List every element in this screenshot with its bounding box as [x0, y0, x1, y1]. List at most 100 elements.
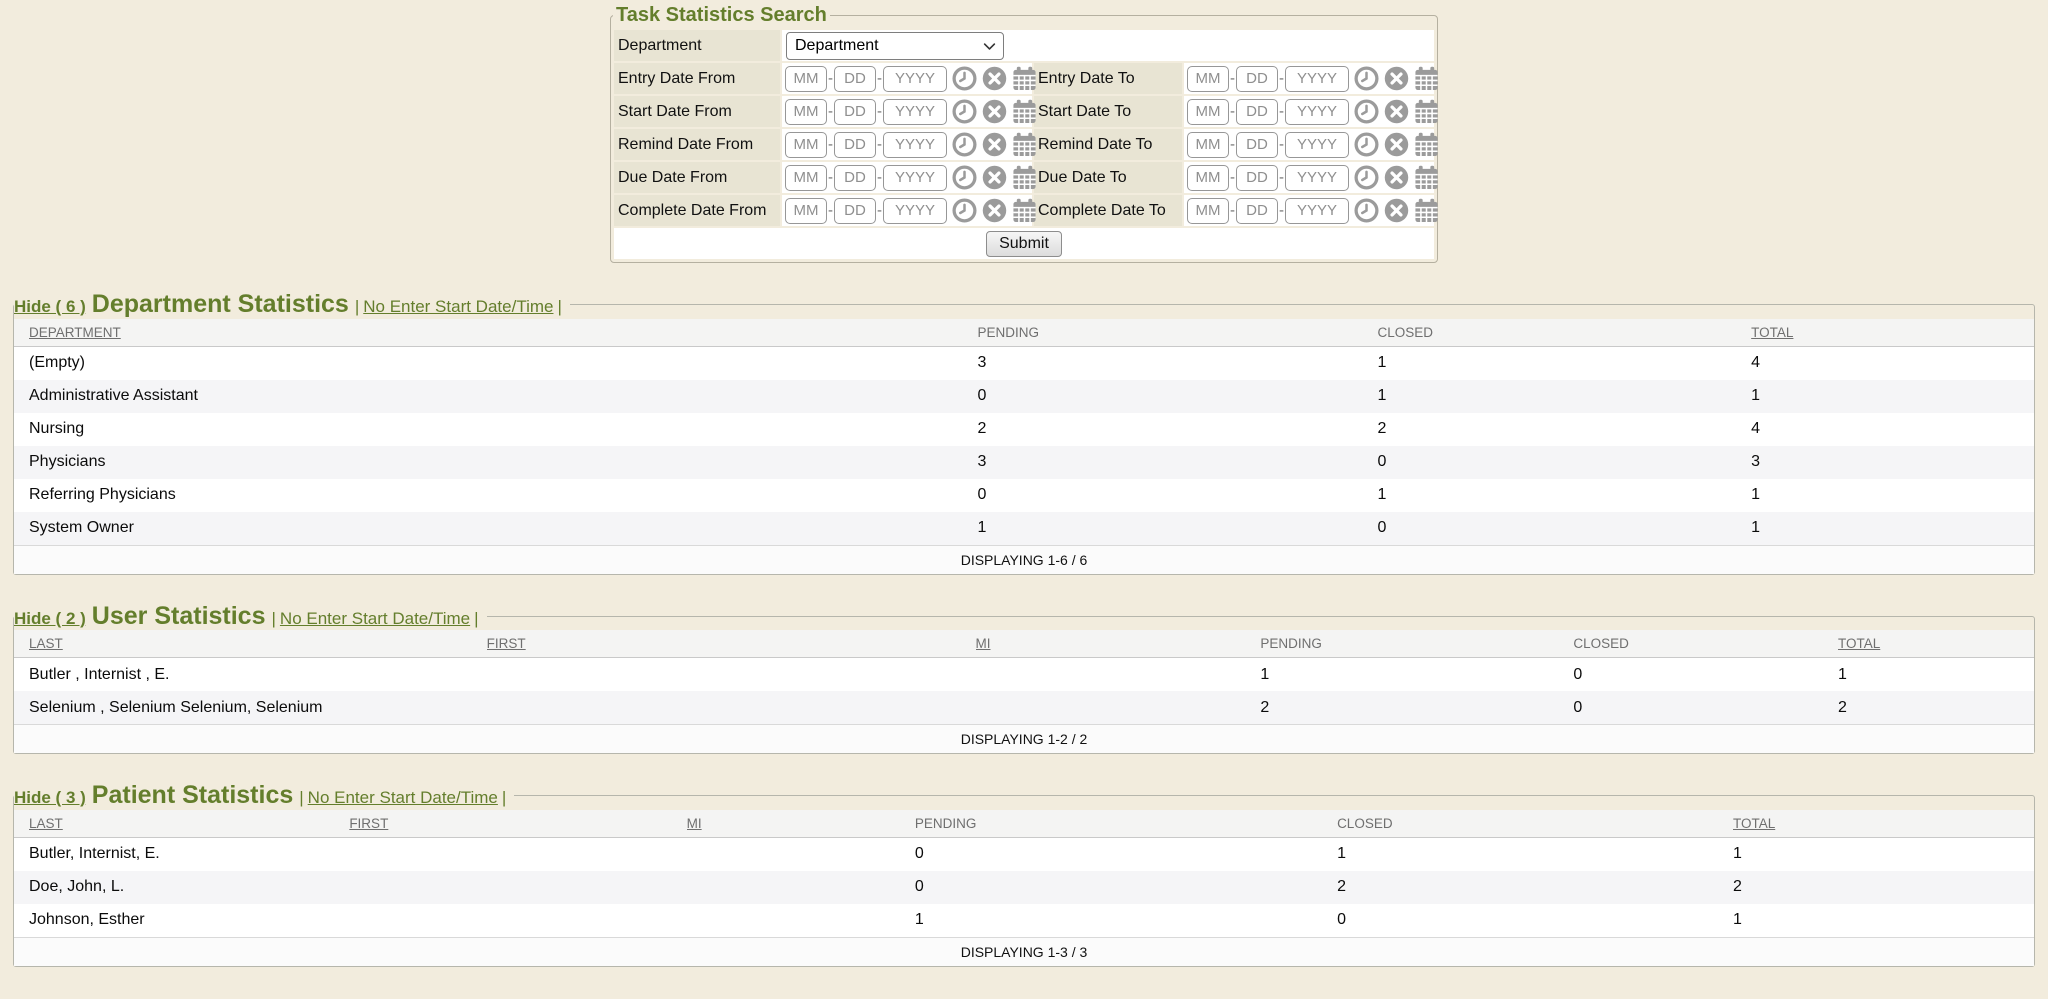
calendar-icon[interactable] [1012, 132, 1037, 157]
year-input[interactable] [883, 99, 947, 125]
day-input[interactable] [834, 132, 876, 158]
day-input[interactable] [834, 66, 876, 92]
day-input[interactable] [834, 165, 876, 191]
month-input[interactable] [785, 66, 827, 92]
user-statistics-section: Hide ( 2 )User Statistics|No Enter Start… [13, 603, 2035, 755]
column-header-total[interactable]: TOTAL [1751, 319, 2034, 347]
year-input[interactable] [883, 66, 947, 92]
column-header-first[interactable]: FIRST [487, 630, 976, 658]
calendar-icon[interactable] [1414, 99, 1439, 124]
month-input[interactable] [1187, 198, 1229, 224]
displaying-count: DISPLAYING 1-3 / 3 [14, 937, 2034, 966]
month-input[interactable] [1187, 165, 1229, 191]
column-header-mi[interactable]: MI [976, 630, 1261, 658]
clear-icon[interactable] [1384, 198, 1409, 223]
month-input[interactable] [785, 198, 827, 224]
day-input[interactable] [834, 198, 876, 224]
month-input[interactable] [785, 99, 827, 125]
calendar-icon[interactable] [1414, 132, 1439, 157]
clock-icon[interactable] [1354, 66, 1379, 91]
year-input[interactable] [1285, 165, 1349, 191]
year-input[interactable] [1285, 132, 1349, 158]
displaying-count: DISPLAYING 1-2 / 2 [14, 725, 2034, 754]
year-input[interactable] [883, 132, 947, 158]
date-row-due: Due Date From -- Due Date To -- [614, 162, 1434, 193]
pipe-separator: | [355, 297, 359, 316]
calendar-icon[interactable] [1414, 66, 1439, 91]
clear-icon[interactable] [982, 99, 1007, 124]
cell: 0 [978, 479, 1378, 512]
department-statistics-legend: Hide ( 6 )Department Statistics|No Enter… [14, 291, 570, 319]
pipe-separator: | [557, 297, 561, 316]
month-input[interactable] [785, 165, 827, 191]
calendar-icon[interactable] [1012, 165, 1037, 190]
cell [349, 871, 686, 904]
clear-icon[interactable] [1384, 66, 1409, 91]
clock-icon[interactable] [952, 99, 977, 124]
search-form-table: Department Department Entry Date From --… [612, 28, 1436, 261]
day-input[interactable] [1236, 66, 1278, 92]
cell: 0 [1573, 658, 1838, 692]
clear-icon[interactable] [1384, 132, 1409, 157]
no-enter-start-link[interactable]: No Enter Start Date/Time [308, 788, 498, 807]
calendar-icon[interactable] [1414, 165, 1439, 190]
clock-icon[interactable] [1354, 198, 1379, 223]
calendar-icon[interactable] [1414, 198, 1439, 223]
year-input[interactable] [883, 198, 947, 224]
year-input[interactable] [1285, 99, 1349, 125]
clock-icon[interactable] [1354, 99, 1379, 124]
column-header-last[interactable]: LAST [14, 630, 487, 658]
month-input[interactable] [1187, 66, 1229, 92]
month-input[interactable] [1187, 99, 1229, 125]
department-select[interactable]: Department [786, 32, 1004, 60]
hide-link[interactable]: Hide ( 2 ) [14, 609, 86, 628]
calendar-icon[interactable] [1012, 66, 1037, 91]
clear-icon[interactable] [982, 198, 1007, 223]
table-row: Johnson, Esther101 [14, 904, 2034, 938]
day-input[interactable] [834, 99, 876, 125]
month-input[interactable] [785, 132, 827, 158]
day-input[interactable] [1236, 165, 1278, 191]
clear-icon[interactable] [1384, 99, 1409, 124]
clock-icon[interactable] [952, 198, 977, 223]
department-statistics-section: Hide ( 6 )Department Statistics|No Enter… [13, 291, 2035, 575]
column-header-department[interactable]: DEPARTMENT [14, 319, 978, 347]
clear-icon[interactable] [982, 66, 1007, 91]
submit-button[interactable]: Submit [986, 231, 1062, 257]
hide-link[interactable]: Hide ( 3 ) [14, 788, 86, 807]
cell: Nursing [14, 413, 978, 446]
column-header-mi[interactable]: MI [687, 810, 915, 838]
submit-row: Submit [614, 228, 1434, 259]
clock-icon[interactable] [952, 165, 977, 190]
start-date-from-group: -- [782, 96, 1032, 127]
displaying-count: DISPLAYING 1-6 / 6 [14, 545, 2034, 574]
column-header-total[interactable]: TOTAL [1733, 810, 2034, 838]
year-input[interactable] [1285, 198, 1349, 224]
day-input[interactable] [1236, 132, 1278, 158]
date-row-entry: Entry Date From -- Entry Date To -- [614, 63, 1434, 94]
calendar-icon[interactable] [1012, 198, 1037, 223]
clear-icon[interactable] [982, 165, 1007, 190]
month-input[interactable] [1187, 132, 1229, 158]
year-input[interactable] [883, 165, 947, 191]
no-enter-start-link[interactable]: No Enter Start Date/Time [280, 609, 470, 628]
patient-statistics-table: LAST FIRST MI PENDING CLOSED TOTAL Butle… [14, 810, 2034, 966]
clock-icon[interactable] [952, 66, 977, 91]
calendar-icon[interactable] [1012, 99, 1037, 124]
day-input[interactable] [1236, 198, 1278, 224]
column-header-first[interactable]: FIRST [349, 810, 686, 838]
header-row: DEPARTMENT PENDING CLOSED TOTAL [14, 319, 2034, 347]
date-row-remind: Remind Date From -- Remind Date To -- [614, 129, 1434, 160]
day-input[interactable] [1236, 99, 1278, 125]
column-header-last[interactable]: LAST [14, 810, 349, 838]
clear-icon[interactable] [982, 132, 1007, 157]
year-input[interactable] [1285, 66, 1349, 92]
clear-icon[interactable] [1384, 165, 1409, 190]
clock-icon[interactable] [1354, 132, 1379, 157]
hide-link[interactable]: Hide ( 6 ) [14, 297, 86, 316]
no-enter-start-link[interactable]: No Enter Start Date/Time [363, 297, 553, 316]
clock-icon[interactable] [1354, 165, 1379, 190]
column-header-total[interactable]: TOTAL [1838, 630, 2034, 658]
clock-icon[interactable] [952, 132, 977, 157]
table-row: Nursing224 [14, 413, 2034, 446]
